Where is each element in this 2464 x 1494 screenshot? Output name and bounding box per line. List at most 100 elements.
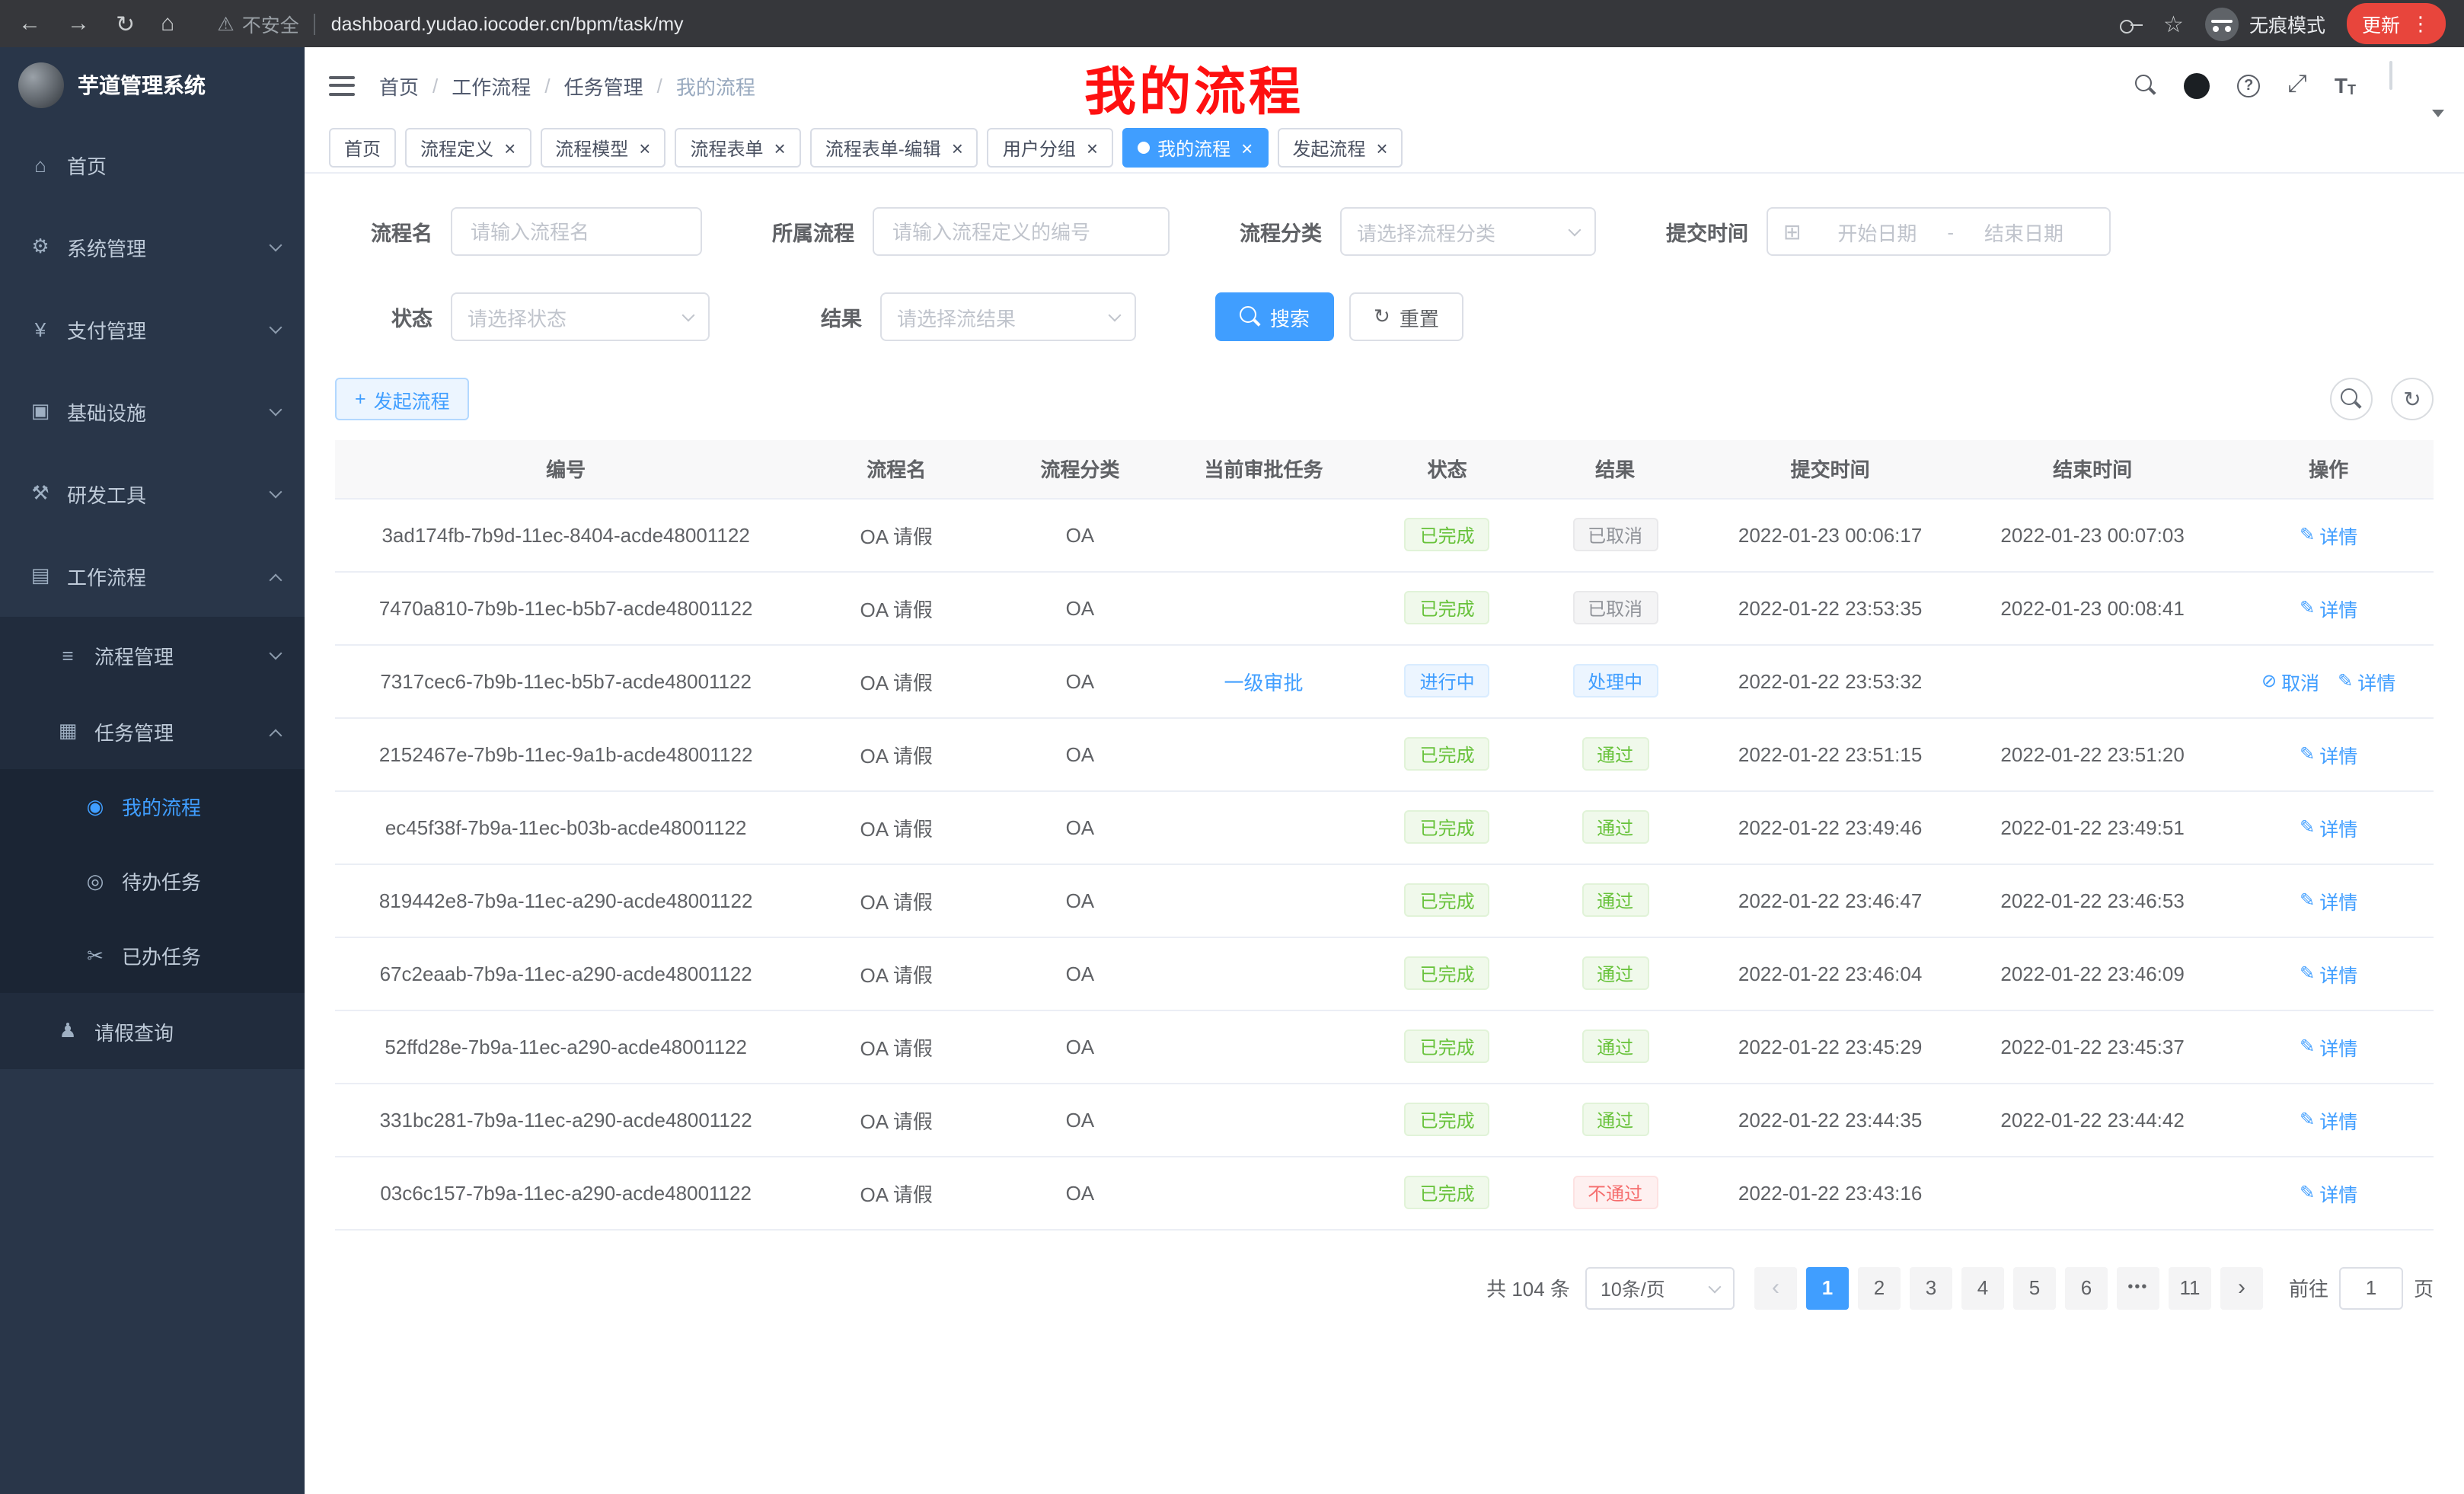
warning-icon: ⚠ [217, 12, 234, 35]
breadcrumb-item[interactable]: 任务管理 [564, 71, 643, 100]
refresh-table-button[interactable]: ↻ [2391, 378, 2434, 420]
view-tab[interactable]: 发起流程× [1277, 128, 1403, 168]
prev-page-button[interactable]: ‹ [1754, 1266, 1797, 1309]
security-warning[interactable]: ⚠ 不安全 [217, 9, 298, 38]
goto-page-input[interactable] [2339, 1266, 2403, 1309]
cell-current-task [1164, 864, 1364, 937]
github-icon[interactable] [2184, 72, 2210, 98]
page-ellipsis[interactable]: ••• [2117, 1266, 2159, 1309]
sidebar: 芋道管理系统 ⌂ 首页 ⚙ 系统管理 ¥ 支付管理 ▣ [0, 47, 305, 1494]
result-badge: 已取消 [1572, 591, 1658, 624]
sidebar-item-process-management[interactable]: ≡ 流程管理 [0, 617, 305, 693]
process-definition-input[interactable] [873, 207, 1170, 256]
breadcrumb-item[interactable]: 工作流程 [452, 71, 531, 100]
sidebar-item-home[interactable]: ⌂ 首页 [0, 123, 305, 206]
cell-process-name: OA 请假 [796, 790, 996, 864]
font-size-icon[interactable] [2335, 73, 2356, 97]
logo-avatar [18, 62, 64, 108]
detail-link[interactable]: ✎详情 [2300, 520, 2357, 549]
page-button[interactable]: 4 [1961, 1266, 2004, 1309]
tab-close-icon[interactable]: × [504, 138, 515, 158]
sidebar-item-done-tasks[interactable]: ✂ 已办任务 [0, 918, 305, 993]
page-button[interactable]: 6 [2065, 1266, 2108, 1309]
detail-link[interactable]: ✎详情 [2300, 812, 2357, 841]
sidebar-toggle[interactable] [329, 75, 355, 95]
fullscreen-icon[interactable]: ⤢ [2287, 72, 2307, 99]
detail-link[interactable]: ✎详情 [2300, 1178, 2357, 1207]
page-size-select[interactable]: 10条/页 [1585, 1266, 1735, 1309]
sidebar-item-pending-tasks[interactable]: ◎ 待办任务 [0, 844, 305, 918]
browser-home-icon[interactable]: ⌂ [161, 11, 174, 37]
status-select[interactable]: 请选择状态 [451, 292, 710, 341]
incognito-icon [2205, 7, 2239, 40]
tab-close-icon[interactable]: × [1087, 138, 1098, 158]
cell-end-time: 2022-01-22 23:46:09 [1961, 937, 2224, 1010]
detail-link[interactable]: ✎详情 [2300, 1032, 2357, 1061]
detail-link[interactable]: ✎详情 [2300, 739, 2357, 768]
sidebar-item-payment[interactable]: ¥ 支付管理 [0, 288, 305, 370]
chevron-down-icon [1708, 1280, 1721, 1293]
back-icon[interactable]: ← [18, 11, 41, 37]
result-select[interactable]: 请选择流结果 [880, 292, 1136, 341]
tab-close-icon[interactable]: × [774, 138, 786, 158]
sidebar-item-infrastructure[interactable]: ▣ 基础设施 [0, 370, 305, 452]
sidebar-item-system[interactable]: ⚙ 系统管理 [0, 206, 305, 288]
browser-update-button[interactable]: 更新 ⋮ [2347, 3, 2446, 44]
breadcrumb-item[interactable]: 我的流程 [676, 71, 755, 100]
current-task-link[interactable]: 一级审批 [1224, 671, 1303, 694]
search-icon [2341, 388, 2362, 410]
user-avatar[interactable] [2389, 62, 2440, 108]
process-name-input[interactable] [451, 207, 702, 256]
cell-submit-time: 2022-01-22 23:46:47 [1699, 864, 1961, 937]
sidebar-item-leave-query[interactable]: ♟ 请假查询 [0, 993, 305, 1069]
detail-link[interactable]: ✎详情 [2300, 959, 2357, 988]
page-button[interactable]: 5 [2013, 1266, 2056, 1309]
cell-result: 通过 [1531, 790, 1699, 864]
page-button[interactable]: 11 [2169, 1266, 2211, 1309]
forward-icon[interactable]: → [67, 11, 90, 37]
cell-result: 通过 [1531, 717, 1699, 790]
sidebar-item-devtools[interactable]: ⚒ 研发工具 [0, 452, 305, 535]
bookmark-star-icon[interactable]: ☆ [2163, 10, 2184, 37]
table-toolbar: + 发起流程 ↻ [335, 378, 2434, 420]
sidebar-item-task-management[interactable]: ▦ 任务管理 [0, 693, 305, 769]
view-tab[interactable]: 流程表单× [675, 128, 800, 168]
tab-close-icon[interactable]: × [639, 138, 650, 158]
view-tab[interactable]: 我的流程× [1122, 128, 1268, 168]
sidebar-item-my-process[interactable]: ◉ 我的流程 [0, 769, 305, 844]
next-page-button[interactable]: › [2220, 1266, 2263, 1309]
key-icon[interactable] [2119, 14, 2142, 33]
tab-close-icon[interactable]: × [1376, 138, 1387, 158]
page-button[interactable]: 3 [1910, 1266, 1952, 1309]
search-icon[interactable] [2135, 75, 2156, 96]
help-icon[interactable]: ? [2237, 74, 2260, 97]
detail-link[interactable]: ✎详情 [2338, 666, 2395, 695]
tab-close-icon[interactable]: × [952, 138, 963, 158]
result-badge: 通过 [1581, 1030, 1649, 1063]
cell-id: 52ffd28e-7b9a-11ec-a290-acde48001122 [335, 1010, 796, 1083]
cancel-link[interactable]: ⊘取消 [2261, 666, 2319, 695]
view-tab[interactable]: 流程模型× [540, 128, 665, 168]
address-bar[interactable]: ⚠ 不安全 dashboard.yudao.iocoder.cn/bpm/tas… [174, 9, 2119, 38]
search-button[interactable]: 搜索 [1215, 292, 1334, 341]
detail-link[interactable]: ✎详情 [2300, 593, 2357, 622]
breadcrumb-item[interactable]: 首页 [379, 71, 419, 100]
cell-status: 已完成 [1363, 937, 1530, 1010]
view-tab[interactable]: 首页 [329, 128, 396, 168]
page-button[interactable]: 2 [1858, 1266, 1901, 1309]
reset-button[interactable]: ↻ 重置 [1349, 292, 1463, 341]
detail-link[interactable]: ✎详情 [2300, 886, 2357, 915]
browser-menu-icon[interactable]: ⋮ [2411, 11, 2430, 36]
submit-time-range-picker[interactable]: ⊞ 开始日期 - 结束日期 [1767, 207, 2111, 256]
reload-icon[interactable]: ↻ [116, 10, 135, 37]
sidebar-item-workflow[interactable]: ▤ 工作流程 [0, 535, 305, 617]
view-tab[interactable]: 流程定义× [405, 128, 531, 168]
create-process-button[interactable]: + 发起流程 [335, 378, 470, 420]
detail-link[interactable]: ✎详情 [2300, 1105, 2357, 1134]
toggle-search-button[interactable] [2330, 378, 2373, 420]
tab-close-icon[interactable]: × [1241, 138, 1253, 158]
view-tab[interactable]: 流程表单-编辑× [810, 128, 978, 168]
view-tab[interactable]: 用户分组× [988, 128, 1113, 168]
category-select[interactable]: 请选择流程分类 [1340, 207, 1596, 256]
page-button[interactable]: 1 [1806, 1266, 1849, 1309]
